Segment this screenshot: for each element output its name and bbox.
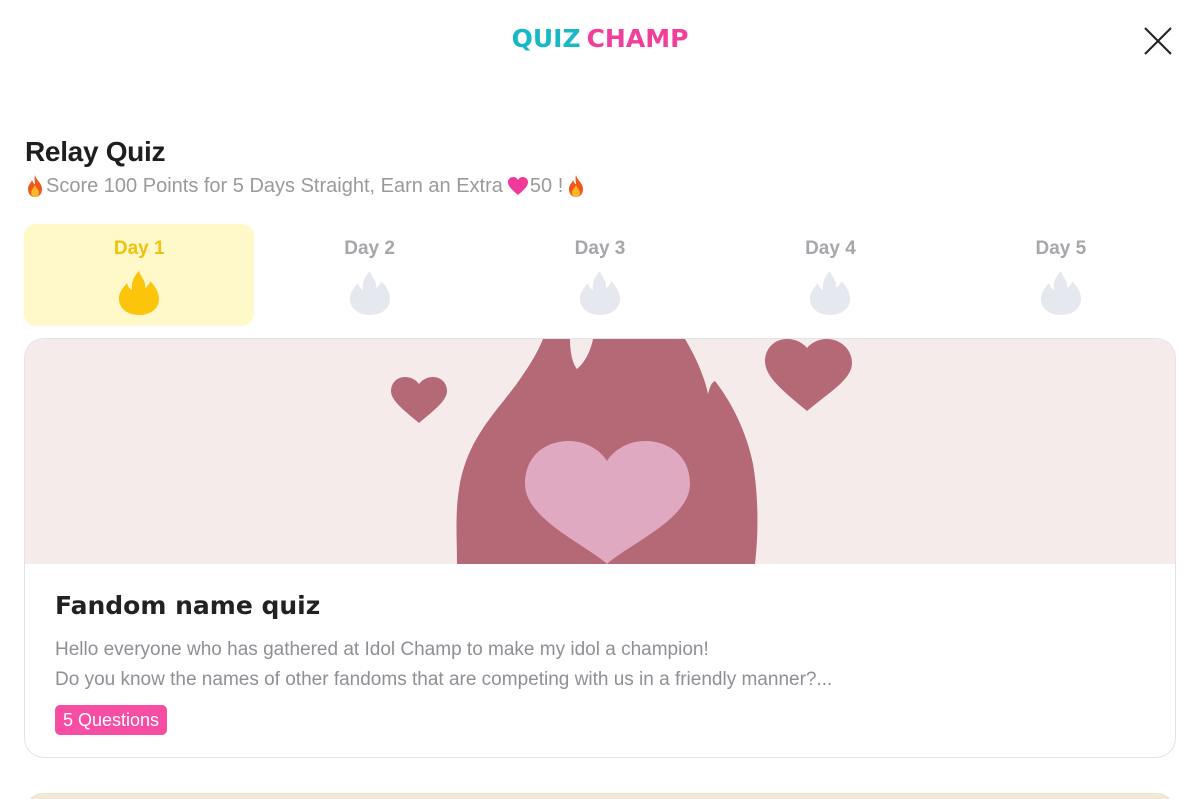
day-tab-4[interactable]: Day 4 <box>715 224 945 326</box>
flame-icon <box>580 271 621 315</box>
quiz-banner <box>25 339 1175 564</box>
next-quiz-card[interactable] <box>24 793 1176 799</box>
quiz-description: Hello everyone who has gathered at Idol … <box>55 635 1145 695</box>
quiz-card[interactable]: Fandom name quiz Hello everyone who has … <box>24 338 1176 758</box>
quiz-title: Fandom name quiz <box>55 591 321 620</box>
close-icon <box>1144 27 1172 55</box>
day-tabs: Day 1 Day 2 Day 3 Day 4 Day 5 <box>24 224 1176 326</box>
flame-heart-illustration <box>391 339 852 564</box>
close-button[interactable] <box>1143 26 1173 56</box>
subtitle-text: Score 100 Points for 5 Days Straight, Ea… <box>46 174 503 197</box>
day-tab-1[interactable]: Day 1 <box>24 224 255 326</box>
quiz-champ-logo: QUIZ CHAMP <box>0 24 1200 53</box>
day-label: Day 5 <box>1035 238 1087 259</box>
heart-icon <box>507 177 528 195</box>
day-label: Day 3 <box>574 238 626 259</box>
day-tab-5[interactable]: Day 5 <box>946 224 1176 326</box>
logo-quiz-text: QUIZ <box>511 24 581 53</box>
quiz-description-line: Hello everyone who has gathered at Idol … <box>55 639 709 660</box>
day-label: Day 1 <box>113 238 165 259</box>
day-tab-3[interactable]: Day 3 <box>485 224 715 326</box>
day-label: Day 4 <box>805 238 856 259</box>
fire-icon <box>28 175 42 197</box>
logo-champ-text: CHAMP <box>586 24 689 53</box>
quiz-description-line: Do you know the names of other fandoms t… <box>55 669 833 690</box>
fire-icon <box>569 175 584 197</box>
flame-icon <box>119 271 160 315</box>
flame-icon <box>1040 271 1081 315</box>
relay-quiz-title: Relay Quiz <box>25 136 166 167</box>
flame-icon <box>810 271 851 315</box>
day-label: Day 2 <box>344 238 395 259</box>
questions-count-badge: 5 Questions <box>55 705 168 735</box>
subtitle-amount: 50 ! <box>529 174 564 197</box>
relay-quiz-subtitle: Score 100 Points for 5 Days Straight, Ea… <box>25 174 586 198</box>
day-tab-2[interactable]: Day 2 <box>254 224 484 326</box>
flame-icon <box>349 271 390 315</box>
